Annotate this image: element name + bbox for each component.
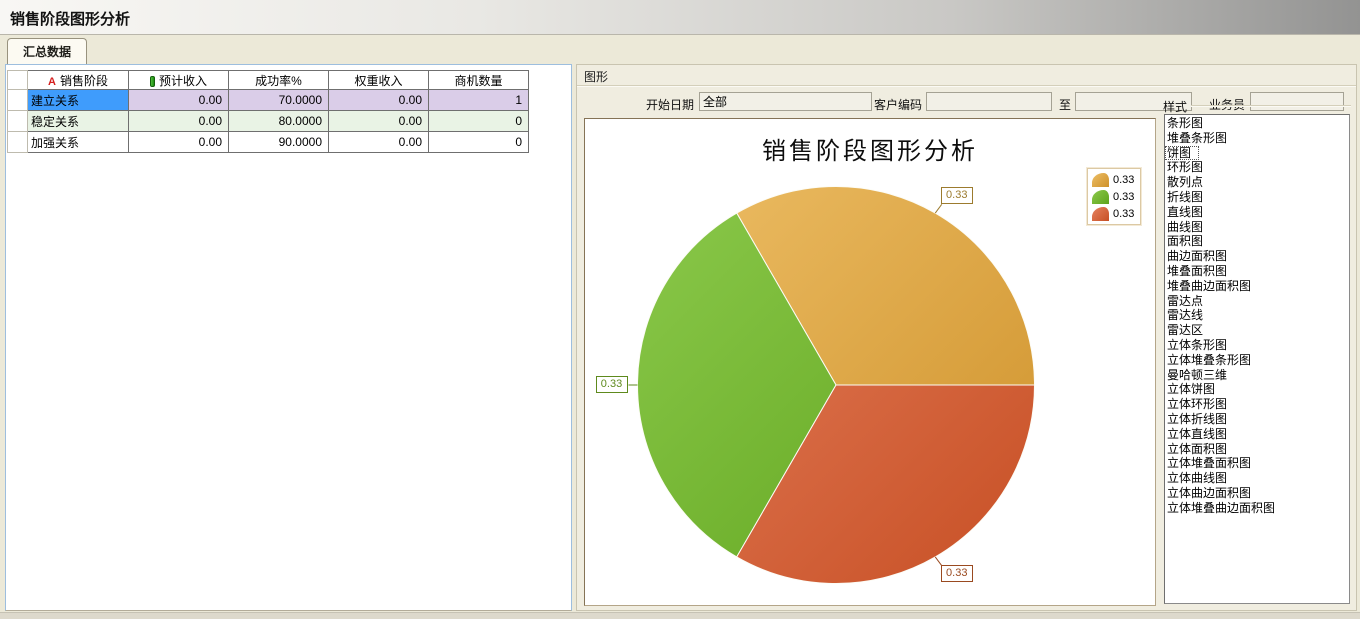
table-row: 加强关系0.0090.00000.000 (8, 132, 529, 153)
style-list-item[interactable]: 曼哈顿三维 (1165, 368, 1349, 383)
chart-legend: 0.33 0.33 0.33 (1087, 168, 1141, 225)
row-selector[interactable] (8, 111, 28, 132)
value-cell[interactable]: 80.0000 (229, 111, 329, 132)
value-cell[interactable]: 90.0000 (229, 132, 329, 153)
graph-panel-caption: 图形 (584, 68, 608, 85)
chart-style-listbox[interactable]: 条形图堆叠条形图饼图环形图散列点折线图直线图曲线图面积图曲边面积图堆叠面积图堆叠… (1164, 114, 1350, 604)
sales-stage-table: A销售阶段预计收入成功率%权重收入商机数量 建立关系0.0070.00000.0… (7, 70, 529, 153)
pie-slice-value-label: 0.33 (941, 187, 973, 204)
value-cell[interactable]: 0.00 (329, 111, 429, 132)
value-cell[interactable]: 1 (429, 90, 529, 111)
style-list-item[interactable]: 面积图 (1165, 234, 1349, 249)
pie-slice-value-label: 0.33 (596, 376, 628, 393)
column-header[interactable]: A销售阶段 (28, 71, 129, 90)
value-cell[interactable]: 0.00 (129, 111, 229, 132)
column-header[interactable]: 商机数量 (429, 71, 529, 90)
caption-separator (577, 85, 1356, 87)
start-date-label: 开始日期 (646, 96, 694, 113)
style-list-item[interactable]: 饼图 (1165, 146, 1199, 161)
tab-strip: 汇总数据 (0, 36, 1360, 63)
stage-cell[interactable]: 加强关系 (28, 132, 129, 153)
table-row: 稳定关系0.0080.00000.000 (8, 111, 529, 132)
graph-panel: 图形 开始日期 客户编码 至 业务员 销售阶段图形分析 0.330.330.33… (576, 64, 1357, 611)
style-list-item[interactable]: 直线图 (1165, 205, 1349, 220)
style-list-item[interactable]: 立体堆叠曲边面积图 (1165, 501, 1349, 516)
legend-swatch-icon (1092, 173, 1109, 187)
style-list-item[interactable]: 曲边面积图 (1165, 249, 1349, 264)
summary-panel: A销售阶段预计收入成功率%权重收入商机数量 建立关系0.0070.00000.0… (5, 64, 572, 611)
sort-letter-a-icon: A (48, 76, 56, 88)
value-cell[interactable]: 0.00 (129, 90, 229, 111)
row-selector[interactable] (8, 132, 28, 153)
table-row: 建立关系0.0070.00000.001 (8, 90, 529, 111)
style-list-item[interactable]: 立体面积图 (1165, 442, 1349, 457)
row-selector-header[interactable] (8, 71, 28, 90)
style-group-caption: 样式 (1163, 98, 1187, 115)
style-list-item[interactable]: 环形图 (1165, 160, 1349, 175)
style-list-item[interactable]: 立体直线图 (1165, 427, 1349, 442)
legend-swatch-icon (1092, 207, 1109, 221)
start-date-input[interactable] (699, 92, 872, 111)
to-label: 至 (1059, 96, 1071, 113)
style-list-item[interactable]: 雷达区 (1165, 323, 1349, 338)
value-cell[interactable]: 0.00 (129, 132, 229, 153)
column-header[interactable]: 成功率% (229, 71, 329, 90)
stage-cell[interactable]: 稳定关系 (28, 111, 129, 132)
customer-code-label: 客户编码 (874, 96, 922, 113)
pie-chart (585, 119, 1155, 605)
legend-label: 0.33 (1113, 191, 1134, 203)
legend-swatch-icon (1092, 190, 1109, 204)
style-group: 样式 条形图堆叠条形图饼图环形图散列点折线图直线图曲线图面积图曲边面积图堆叠面积… (1161, 101, 1353, 609)
value-cell[interactable]: 0 (429, 111, 529, 132)
legend-label: 0.33 (1113, 208, 1134, 220)
style-list-item[interactable]: 立体条形图 (1165, 338, 1349, 353)
legend-entry: 0.33 (1092, 190, 1136, 204)
window-title-bar: 销售阶段图形分析 (0, 0, 1360, 35)
column-header[interactable]: 权重收入 (329, 71, 429, 90)
value-cell[interactable]: 70.0000 (229, 90, 329, 111)
style-list-item[interactable]: 立体堆叠面积图 (1165, 456, 1349, 471)
page-title: 销售阶段图形分析 (10, 8, 130, 29)
style-list-item[interactable]: 折线图 (1165, 190, 1349, 205)
legend-label: 0.33 (1113, 174, 1134, 186)
style-list-item[interactable]: 堆叠曲边面积图 (1165, 279, 1349, 294)
window-bottom-edge (0, 612, 1360, 619)
numeric-column-icon (150, 76, 155, 87)
value-cell[interactable]: 0 (429, 132, 529, 153)
pie-label-connector (935, 204, 942, 213)
legend-entry: 0.33 (1092, 207, 1136, 221)
style-group-caption-line (1191, 105, 1351, 107)
style-list-item[interactable]: 立体曲线图 (1165, 471, 1349, 486)
pie-slice-value-label: 0.33 (941, 565, 973, 582)
stage-cell[interactable]: 建立关系 (28, 90, 129, 111)
style-list-item[interactable]: 雷达线 (1165, 308, 1349, 323)
style-list-item[interactable]: 雷达点 (1165, 294, 1349, 309)
tab-summary-data[interactable]: 汇总数据 (7, 38, 87, 64)
style-list-item[interactable]: 立体环形图 (1165, 397, 1349, 412)
style-list-item[interactable]: 堆叠面积图 (1165, 264, 1349, 279)
value-cell[interactable]: 0.00 (329, 132, 429, 153)
legend-entry: 0.33 (1092, 173, 1136, 187)
table-header-row: A销售阶段预计收入成功率%权重收入商机数量 (8, 71, 529, 90)
style-list-item[interactable]: 立体折线图 (1165, 412, 1349, 427)
chart-area: 销售阶段图形分析 0.330.330.33 0.330.330.33 (584, 118, 1156, 606)
row-selector[interactable] (8, 90, 28, 111)
style-list-item[interactable]: 条形图 (1165, 116, 1349, 131)
column-header[interactable]: 预计收入 (129, 71, 229, 90)
style-list-item[interactable]: 立体堆叠条形图 (1165, 353, 1349, 368)
customer-code-from-input[interactable] (926, 92, 1052, 111)
value-cell[interactable]: 0.00 (329, 90, 429, 111)
style-list-item[interactable]: 立体曲边面积图 (1165, 486, 1349, 501)
style-list-item[interactable]: 堆叠条形图 (1165, 131, 1349, 146)
style-list-item[interactable]: 曲线图 (1165, 220, 1349, 235)
style-list-item[interactable]: 立体饼图 (1165, 382, 1349, 397)
style-list-item[interactable]: 散列点 (1165, 175, 1349, 190)
